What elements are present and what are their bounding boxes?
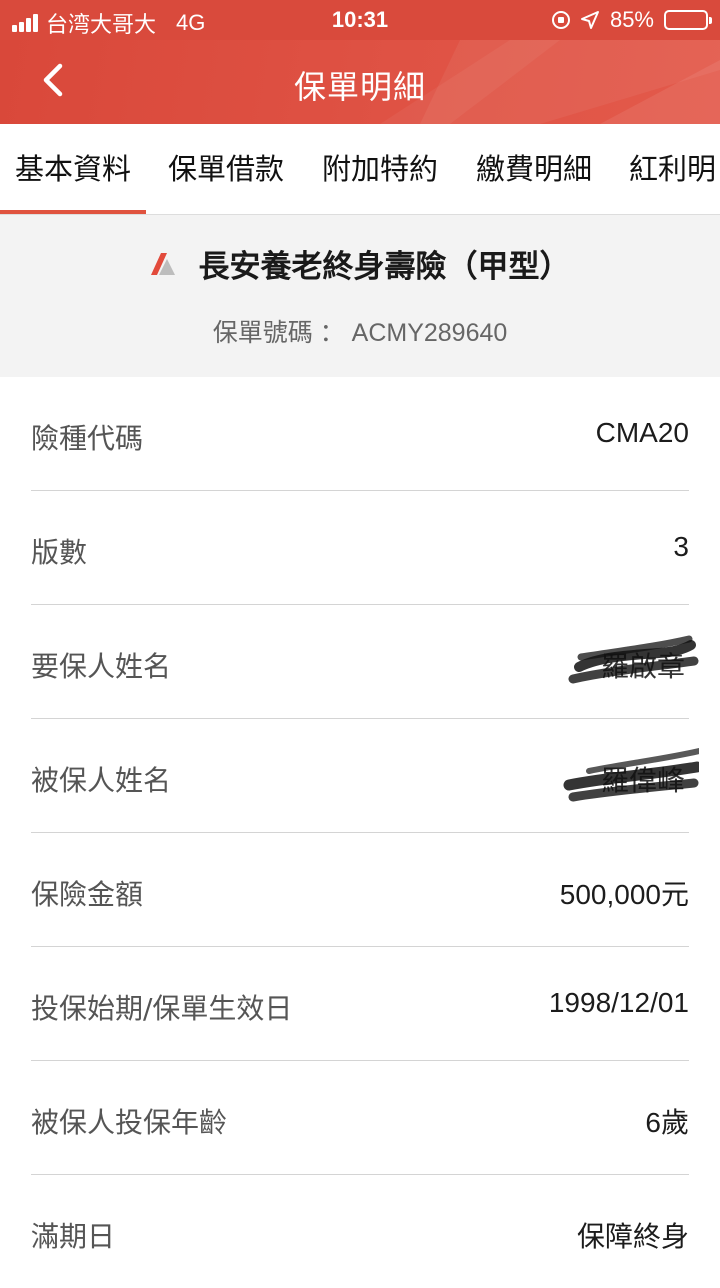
policy-number-label: 保單號碼	[212, 318, 313, 347]
detail-label: 要保人姓名	[31, 650, 172, 683]
detail-value: 3	[673, 531, 689, 562]
detail-label: 保險金額	[31, 878, 144, 911]
tab-riders[interactable]: 附加特約	[322, 124, 438, 214]
policy-number-separator: ：	[319, 319, 345, 347]
redaction-scribble	[568, 635, 699, 684]
orientation-lock-icon	[551, 11, 570, 29]
detail-row-effective-date: 投保始期/保單生效日 1998/12/01	[31, 947, 689, 1061]
plan-row: 長安養老終身壽險（甲型）	[0, 241, 720, 286]
detail-value: 6歲	[645, 1107, 689, 1138]
detail-row-version: 版數 3	[31, 491, 689, 605]
detail-list: 險種代碼 CMA20 版數 3 要保人姓名 羅啟章 被保人姓名 羅偉峰 保險金額…	[0, 377, 720, 1288]
page-title: 保單明細	[293, 68, 426, 106]
tab-payment-details[interactable]: 繳費明細	[476, 124, 592, 214]
brand-logo-icon	[151, 252, 176, 275]
detail-row-sum-insured: 保險金額 500,000元	[31, 833, 689, 947]
policy-header: 長安養老終身壽險（甲型） 保單號碼 ： ACMY289640	[0, 215, 720, 377]
detail-value: 保障終身	[576, 1220, 689, 1253]
detail-row-plan-code: 險種代碼 CMA20	[31, 377, 689, 491]
status-right: 85%	[551, 7, 712, 33]
detail-label: 險種代碼	[31, 422, 144, 455]
plan-name: 長安養老終身壽險（甲型）	[198, 249, 571, 285]
policy-number-row: 保單號碼 ： ACMY289640	[0, 313, 720, 349]
detail-row-insured-age: 被保人投保年齡 6歲	[31, 1061, 689, 1175]
detail-value: CMA20	[595, 417, 689, 448]
tab-strip: 基本資料 保單借款 附加特約 繳費明細 紅利明	[0, 124, 720, 215]
redaction-scribble	[563, 748, 699, 802]
location-arrow-icon	[580, 11, 599, 29]
tab-dividend-details[interactable]: 紅利明	[629, 124, 716, 214]
detail-label: 被保人投保年齡	[31, 1106, 228, 1139]
detail-label: 滿期日	[31, 1220, 116, 1253]
tab-basic-info[interactable]: 基本資料	[0, 124, 147, 214]
detail-row-policyholder-name: 要保人姓名 羅啟章	[31, 605, 699, 719]
detail-row-maturity-date: 滿期日 保障終身	[31, 1175, 689, 1288]
detail-label: 被保人姓名	[31, 764, 172, 797]
detail-value: 500,000元	[559, 879, 689, 910]
battery-icon	[664, 10, 712, 30]
detail-label: 投保始期/保單生效日	[31, 992, 293, 1025]
tab-policy-loan[interactable]: 保單借款	[168, 124, 284, 214]
status-bar: 台湾大哥大 4G 10:31 85%	[0, 0, 720, 40]
detail-label: 版數	[31, 536, 88, 569]
detail-row-insured-name: 被保人姓名 羅偉峰	[31, 719, 699, 833]
battery-percent: 85%	[609, 7, 654, 32]
policy-number-value: ACMY289640	[351, 319, 508, 347]
navigation-bar: 保單明細	[0, 40, 720, 124]
detail-value: 1998/12/01	[548, 987, 689, 1018]
